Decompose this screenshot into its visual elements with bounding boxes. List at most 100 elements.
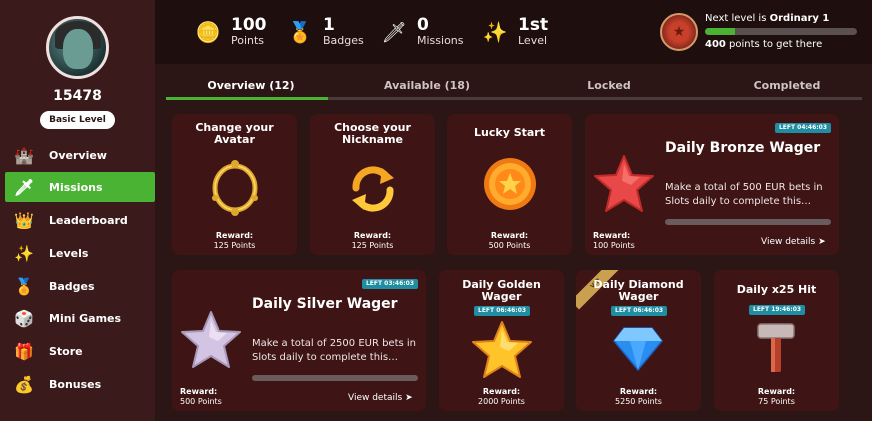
tab-completed[interactable]: Completed — [702, 76, 872, 98]
nav-item-label: Overview — [49, 148, 107, 162]
reward-label: Reward: — [482, 387, 521, 396]
nav-item-store[interactable]: 🎁 Store — [5, 336, 155, 366]
view-details-label: View details — [761, 237, 816, 247]
card-title: Daily Silver Wager — [252, 296, 398, 312]
nav-item-overview[interactable]: 🏰 Overview — [5, 140, 155, 170]
card-reward: Reward: 500 Points — [180, 387, 222, 407]
stat-value: 0 — [417, 15, 429, 35]
avatar[interactable] — [46, 16, 109, 79]
sparkle-icon: ✨ — [482, 20, 508, 44]
tab-available[interactable]: Available (18) — [342, 76, 512, 98]
card-reward: Reward: 100 Points — [593, 231, 635, 251]
card-description: Make a total of 500 EUR bets in Slots da… — [665, 182, 823, 207]
nav-item-badges[interactable]: 🏅 Badges — [5, 271, 155, 301]
mission-card-daily-x25-hit[interactable]: Daily x25 Hit LEFT 19:46:03 Reward: 75 P… — [714, 270, 839, 411]
view-details-link[interactable]: View details ➤ — [348, 393, 413, 403]
next-level-name: Ordinary 1 — [769, 13, 830, 24]
tab-locked[interactable]: Locked — [524, 76, 694, 98]
user-id: 15478 — [53, 88, 102, 104]
mission-card-avatar[interactable]: Change your Avatar Reward: 125 Points — [172, 114, 297, 255]
sword-icon: 🗡 — [381, 20, 407, 44]
mission-progress-bar — [665, 219, 831, 225]
mission-tabs: Overview (12) Available (18) Locked Comp… — [166, 76, 862, 100]
card-title: Change your Avatar — [195, 121, 274, 146]
reward-value: 2000 Points — [478, 397, 525, 406]
hammer-icon — [757, 323, 795, 372]
castle-icon: 🏰 — [14, 145, 34, 165]
reward-value: 125 Points — [351, 241, 394, 250]
mission-progress-bar — [252, 375, 418, 381]
reward-value: 500 Points — [180, 397, 222, 406]
coins-icon: 🪙 — [195, 20, 221, 44]
reward-label: Reward: — [215, 231, 254, 240]
mission-card-daily-bronze[interactable]: LEFT 04:46:03 Daily Bronze Wager Make a … — [585, 114, 839, 255]
nav-item-label: Store — [49, 344, 83, 358]
nav-item-label: Badges — [49, 279, 95, 293]
tab-overview[interactable]: Overview (12) — [166, 76, 336, 98]
nav-item-label: Missions — [49, 180, 103, 194]
arrow-right-icon: ➤ — [818, 237, 826, 247]
diamond-icon — [613, 327, 663, 372]
card-title: Daily Bronze Wager — [665, 140, 821, 156]
red-star-icon — [594, 155, 654, 212]
mission-card-daily-golden[interactable]: Daily Golden Wager LEFT 06:46:03 Reward:… — [439, 270, 564, 411]
nav-item-label: Levels — [49, 246, 89, 260]
level-medal-icon: ★ — [660, 13, 698, 51]
points-to-next-level: 400 points to get there — [705, 39, 822, 50]
stat-label: Missions — [417, 34, 464, 47]
nav-item-bonuses[interactable]: 💰 Bonuses — [5, 369, 155, 399]
sparkle-icon: ✨ — [14, 243, 34, 263]
nav-item-label: Bonuses — [49, 377, 102, 391]
level-progress-fill — [705, 28, 736, 35]
card-reward: Reward: 2000 Points — [439, 387, 564, 407]
mission-card-daily-silver[interactable]: LEFT 03:46:03 Daily Silver Wager Make a … — [172, 270, 426, 411]
card-reward: Reward: 5250 Points — [576, 387, 701, 407]
arrow-right-icon: ➤ — [405, 393, 413, 403]
next-level-text: Next level is Ordinary 1 — [705, 13, 829, 24]
stat-badges: 🏅 1 Badges — [285, 12, 364, 52]
dice-icon: 🎲 — [14, 308, 34, 328]
card-title: Daily Diamond Wager — [593, 278, 684, 303]
reward-value: 125 Points — [213, 241, 256, 250]
card-title: Daily Golden Wager — [462, 278, 541, 303]
stat-label: Level — [518, 34, 548, 47]
reward-label: Reward: — [757, 387, 796, 396]
gold-star-icon — [472, 321, 532, 378]
next-level-prefix: Next level is — [705, 13, 770, 24]
stat-label: Points — [231, 34, 265, 47]
stat-value: 1st — [518, 15, 549, 35]
sword-icon: 🗡 — [13, 177, 35, 197]
reward-value: 100 Points — [593, 241, 635, 250]
reward-label: Reward: — [490, 231, 529, 240]
card-reward: Reward: 75 Points — [714, 387, 839, 407]
stat-level: ✨ 1st Level — [480, 12, 549, 52]
view-details-link[interactable]: View details ➤ — [761, 237, 826, 247]
nav-item-missions[interactable]: 🗡 Missions — [5, 172, 155, 202]
money-bag-icon: 💰 — [14, 374, 34, 394]
tab-active-indicator — [166, 97, 328, 100]
stat-value: 1 — [323, 15, 335, 35]
nav-item-mini-games[interactable]: 🎲 Mini Games — [5, 303, 155, 333]
mission-card-lucky-start[interactable]: Lucky Start Reward: 500 Points — [447, 114, 572, 255]
nav-item-levels[interactable]: ✨ Levels — [5, 238, 155, 268]
reward-label: Reward: — [593, 231, 631, 240]
sidebar: 15478 Basic Level 🏰 Overview 🗡 Missions … — [0, 0, 155, 421]
mission-card-nickname[interactable]: Choose your Nickname Reward: 125 Points — [310, 114, 435, 255]
nav-item-label: Leaderboard — [49, 213, 128, 227]
medal-icon: 🏅 — [287, 20, 313, 44]
medal-icon: 🏅 — [14, 276, 34, 296]
reward-value: 500 Points — [488, 241, 531, 250]
nav-item-leaderboard[interactable]: 👑 Leaderboard — [5, 205, 155, 235]
card-title: Choose your Nickname — [334, 121, 411, 146]
level-progress-bar — [705, 28, 857, 35]
gift-icon: 🎁 — [14, 341, 34, 361]
card-reward: Reward: 125 Points — [310, 231, 435, 251]
card-title: Lucky Start — [474, 126, 545, 139]
stat-label: Badges — [323, 34, 364, 47]
reward-value: 5250 Points — [615, 397, 662, 406]
card-reward: Reward: 125 Points — [172, 231, 297, 251]
mission-card-daily-diamond[interactable]: VIP Daily Diamond Wager LEFT 06:46:03 Re… — [576, 270, 701, 411]
crown-icon: 👑 — [14, 210, 34, 230]
timer-badge: LEFT 19:46:03 — [749, 305, 806, 315]
silver-star-icon — [181, 311, 241, 368]
